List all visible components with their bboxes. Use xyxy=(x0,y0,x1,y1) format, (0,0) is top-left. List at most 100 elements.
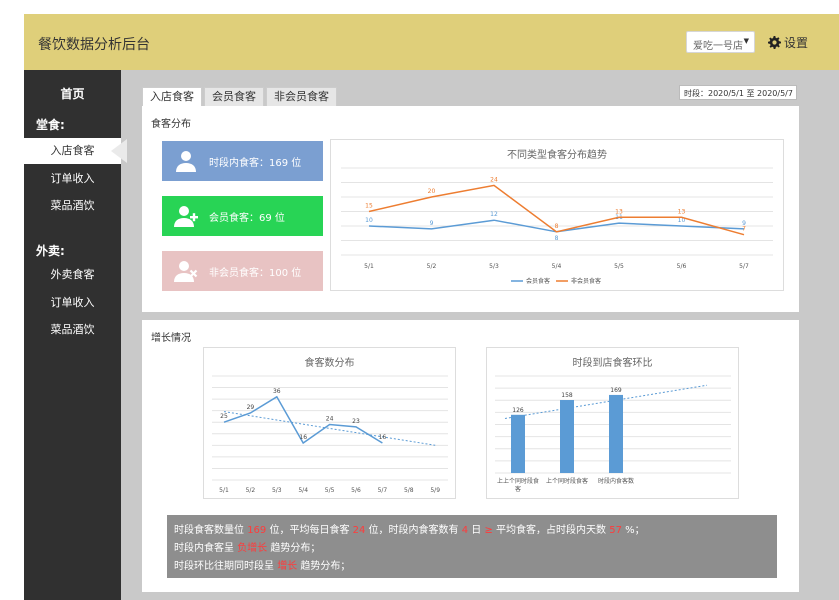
data-label: 9 xyxy=(430,220,434,227)
data-label: 13 xyxy=(615,208,623,215)
non-member-customers-card: 非会员食客：100 位 xyxy=(162,251,323,291)
summary-highlight: 增长 xyxy=(277,561,298,572)
summary-text: 时段内食客呈 xyxy=(174,543,238,554)
summary-line-2: 时段内食客呈 负增长 趋势分布； xyxy=(174,540,777,558)
x-tick-label: 5/4 xyxy=(552,263,562,270)
x-tick-label: 上个同时段食客 xyxy=(546,477,588,485)
gear-icon xyxy=(768,36,781,49)
sidebar-item-takeout-orders[interactable]: 订单收入 xyxy=(24,290,121,316)
bar xyxy=(560,400,574,473)
x-tick-label: 5/9 xyxy=(430,487,440,494)
data-label: 29 xyxy=(247,404,255,411)
x-tick-label: 5/5 xyxy=(614,263,624,270)
x-tick-label: 5/3 xyxy=(489,263,499,270)
data-label: 16 xyxy=(299,434,307,441)
customer-count-plot: 5/1 5/2 5/3 5/4 5/5 5/6 5/7 5/8 5/9 25 29 36 16 24 23 1… xyxy=(212,375,448,494)
growth-panel: 增长情况 食客数分布 5/1 5/2 5/3 5/4 5/5 5/6 5/7 5/8 5/9 25… xyxy=(142,320,799,592)
store-select-value: 爱吃一号店 xyxy=(693,41,743,52)
x-tick-label: 5/8 xyxy=(404,487,414,494)
sidebar-item-dine-in-dishes[interactable]: 菜品酒饮 xyxy=(24,193,121,219)
summary-text: 位，平均每日食客 xyxy=(266,525,353,536)
summary-text: 日 xyxy=(468,525,485,536)
data-label: 23 xyxy=(352,418,360,425)
summary-text: 趋势分布； xyxy=(297,561,351,572)
period-comparison-chart: 时段到店食客环比 126 158 169 上上个同时段食客上个同时段食客 时段内食客数 xyxy=(486,347,739,499)
user-remove-icon xyxy=(174,261,198,282)
summary-text: 时段食客数量位 xyxy=(174,525,248,536)
x-tick-label: 上上个同时段食 xyxy=(497,477,539,485)
summary-highlight: 169 xyxy=(247,525,267,536)
x-tick-label: 时段内食客数 xyxy=(598,477,634,485)
summary-line-1: 时段食客数量位 169 位，平均每日食客 24 位，时段内食客数有 4 日 ≥ … xyxy=(174,522,777,540)
customer-type-trend-chart: 不同类型食客分布趋势 5/1 5/2 5/3 5/4 5/5 5/6 5/7 10 9 12 8 11… xyxy=(330,139,784,291)
header-bar: 餐饮数据分析后台 爱吃一号店 ▼ 设置 xyxy=(24,14,839,70)
settings-label: 设置 xyxy=(784,36,809,50)
period-comparison-plot: 126 158 169 上上个同时段食客 上个同时段食客 时段内食客数 xyxy=(495,375,731,493)
summary-highlight: 负增长 xyxy=(237,543,268,554)
sidebar-item-dine-in-orders[interactable]: 订单收入 xyxy=(24,166,121,192)
data-label: 7 xyxy=(742,226,746,233)
summary-highlight: 24 xyxy=(352,525,366,536)
member-customers-card: 会员食客：69 位 xyxy=(162,196,323,236)
summary-text: 平均食客，占时段内天数 xyxy=(492,525,610,536)
store-select[interactable]: 爱吃一号店 ▼ xyxy=(686,31,755,53)
settings-button[interactable]: 设置 xyxy=(768,34,808,51)
summary-box: 时段食客数量位 169 位，平均每日食客 24 位，时段内食客数有 4 日 ≥ … xyxy=(167,515,777,578)
x-tick-label: 5/2 xyxy=(246,487,256,494)
tab-non-member-customers[interactable]: 非会员食客 xyxy=(266,87,337,106)
data-label: 24 xyxy=(490,176,498,183)
data-label: 15 xyxy=(365,203,373,210)
x-tick-label: 5/7 xyxy=(378,487,388,494)
customer-distribution-panel: 食客分布 时段内食客：169 位 会员食客：69 位 非会员食客：100 位 不… xyxy=(142,106,799,312)
data-label: 169 xyxy=(610,387,622,394)
x-tick-label: 5/6 xyxy=(677,263,687,270)
x-tick-label: 5/1 xyxy=(219,487,229,494)
date-range-picker[interactable]: 时段：2020/5/1 至 2020/5/7 xyxy=(679,85,797,100)
data-label: 8 xyxy=(555,235,559,242)
x-tick-label: 5/3 xyxy=(272,487,282,494)
chevron-down-icon: ▼ xyxy=(743,37,749,45)
data-label: 158 xyxy=(561,392,573,399)
app-window: 餐饮数据分析后台 爱吃一号店 ▼ 设置 首页 堂食: 入店食客 订单收入 菜品酒… xyxy=(24,14,839,600)
member-customers-label: 会员食客：69 位 xyxy=(209,213,285,224)
summary-highlight: ≥ xyxy=(484,525,493,536)
user-add-icon xyxy=(174,206,198,227)
tab-dine-in-customers[interactable]: 入店食客 xyxy=(142,87,202,106)
sidebar-item-takeout-customers[interactable]: 外卖食客 xyxy=(24,262,121,288)
x-tick-label: 客 xyxy=(515,485,521,493)
summary-text: 时段环比往期同时段呈 xyxy=(174,561,278,572)
bar xyxy=(609,394,623,473)
sidebar-item-takeout-dishes[interactable]: 菜品酒饮 xyxy=(24,317,121,343)
sidebar-group-dine-in: 堂食: xyxy=(36,118,65,132)
panel-title: 增长情况 xyxy=(151,333,191,344)
data-label: 126 xyxy=(512,407,524,414)
x-tick-label: 5/4 xyxy=(298,487,308,494)
data-label: 36 xyxy=(273,388,281,395)
x-tick-label: 5/2 xyxy=(427,263,437,270)
panel-title: 食客分布 xyxy=(151,119,191,130)
app-title: 餐饮数据分析后台 xyxy=(38,37,150,53)
total-customers-label: 时段内食客：169 位 xyxy=(209,158,302,169)
summary-text: 趋势分布； xyxy=(267,543,321,554)
non-member-customers-label: 非会员食客：100 位 xyxy=(209,268,302,279)
tab-bar: 入店食客 会员食客 非会员食客 xyxy=(142,87,339,106)
data-label: 10 xyxy=(365,217,373,224)
data-label: 24 xyxy=(326,416,334,423)
active-indicator xyxy=(111,139,127,163)
sidebar-item-dine-in-customers[interactable]: 入店食客 xyxy=(24,138,121,164)
tab-member-customers[interactable]: 会员食客 xyxy=(204,87,264,106)
user-icon xyxy=(176,151,196,172)
x-tick-label: 5/5 xyxy=(325,487,335,494)
data-label: 16 xyxy=(379,434,387,441)
data-label: 13 xyxy=(678,208,686,215)
data-label: 12 xyxy=(490,211,498,218)
x-tick-label: 5/7 xyxy=(739,263,749,270)
customer-type-trend-plot: 5/1 5/2 5/3 5/4 5/5 5/6 5/710 912811 10 915202481… xyxy=(341,167,773,285)
legend-label: 非会员食客 xyxy=(571,277,601,285)
sidebar-home[interactable]: 首页 xyxy=(24,85,121,102)
x-tick-label: 5/6 xyxy=(351,487,361,494)
total-customers-card: 时段内食客：169 位 xyxy=(162,141,323,181)
data-label: 25 xyxy=(220,413,228,420)
sidebar: 首页 堂食: 入店食客 订单收入 菜品酒饮 外卖: 外卖食客 订单收入 菜品酒饮 xyxy=(24,70,127,600)
summary-text: 位，时段内食客数有 xyxy=(365,525,462,536)
